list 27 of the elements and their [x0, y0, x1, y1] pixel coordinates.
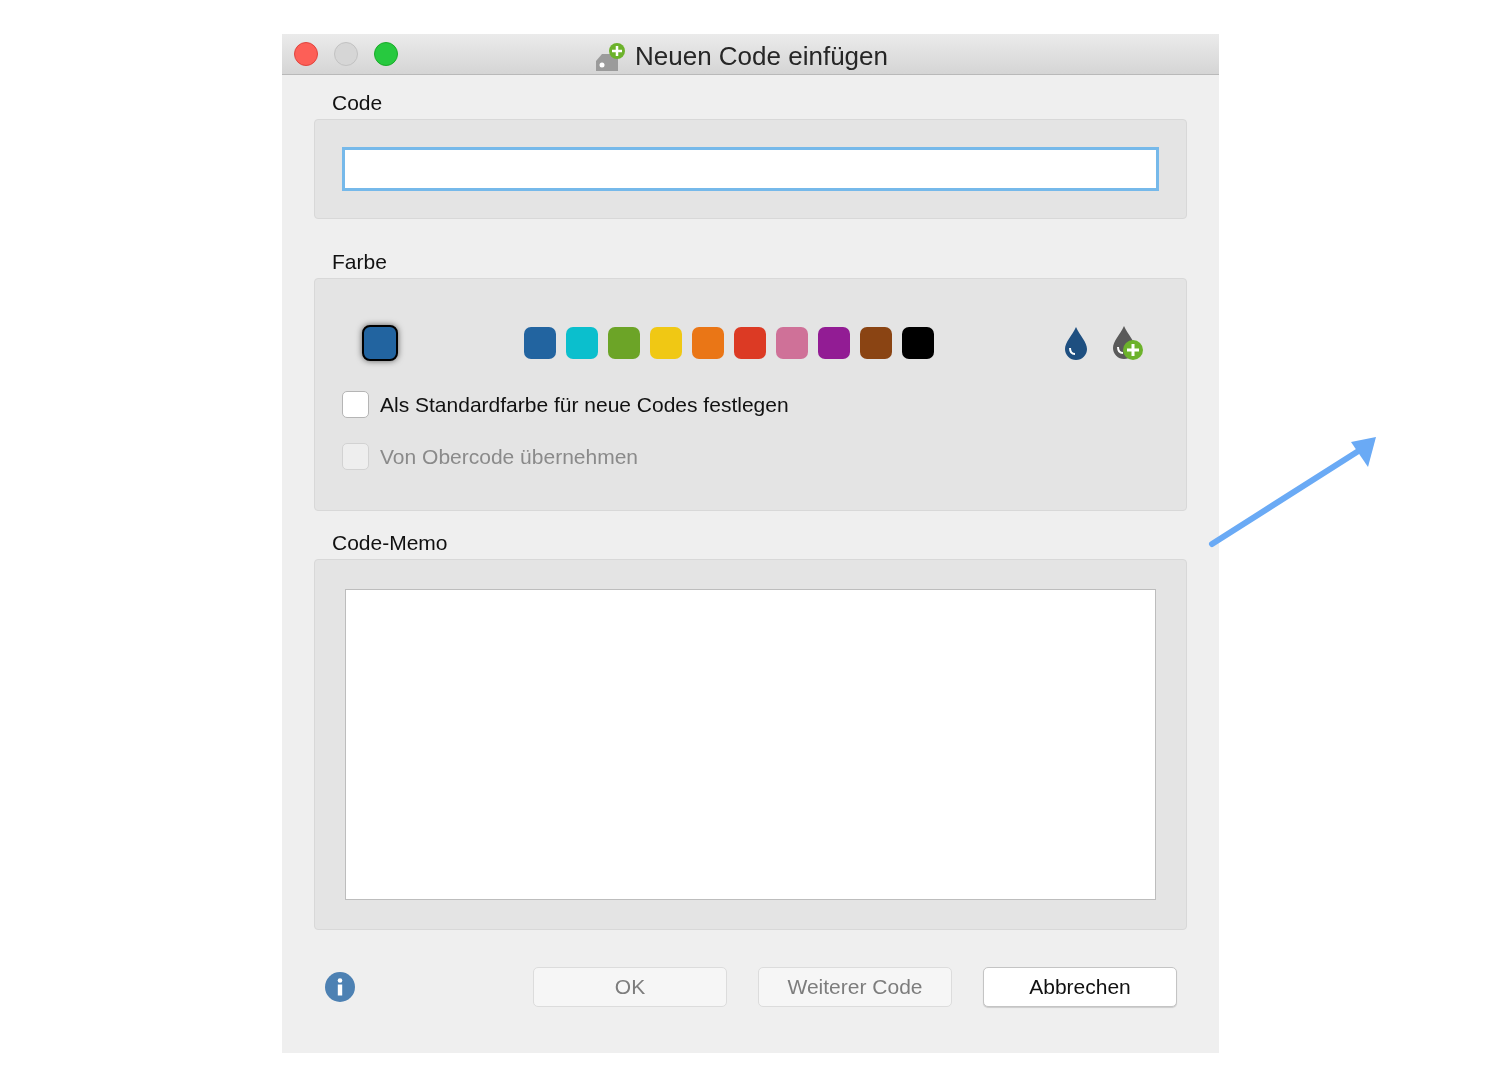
- color-swatch[interactable]: [902, 327, 934, 359]
- code-input-field[interactable]: [342, 147, 1159, 191]
- color-swatch[interactable]: [734, 327, 766, 359]
- section-label: Farbe: [332, 249, 387, 275]
- current-color-swatch[interactable]: [362, 325, 398, 361]
- color-swatch[interactable]: [692, 327, 724, 359]
- color-swatch[interactable]: [566, 327, 598, 359]
- checkbox-label: Als Standardfarbe für neue Codes festlegen: [380, 392, 789, 418]
- drop-plus-icon[interactable]: [1112, 325, 1144, 361]
- drop-icon[interactable]: [1064, 326, 1088, 360]
- minimize-button[interactable]: [334, 42, 358, 66]
- section-label: Code-Memo: [332, 530, 448, 556]
- color-swatch[interactable]: [860, 327, 892, 359]
- close-button[interactable]: [294, 42, 318, 66]
- color-swatch[interactable]: [818, 327, 850, 359]
- tag-plus-icon: [594, 40, 627, 73]
- section-label: Code: [332, 90, 383, 116]
- color-swatch[interactable]: [650, 327, 682, 359]
- window-title: Neuen Code einfügen: [635, 40, 888, 73]
- color-swatch[interactable]: [776, 327, 808, 359]
- checkbox[interactable]: [342, 391, 369, 419]
- dialog-button[interactable]: Abbrechen: [983, 967, 1177, 1007]
- zoom-button[interactable]: [374, 42, 398, 66]
- info-icon[interactable]: [325, 972, 355, 1002]
- checkbox-label: Von Obercode übernehmen: [380, 443, 639, 470]
- color-swatch[interactable]: [524, 327, 556, 359]
- color-swatch[interactable]: [608, 327, 640, 359]
